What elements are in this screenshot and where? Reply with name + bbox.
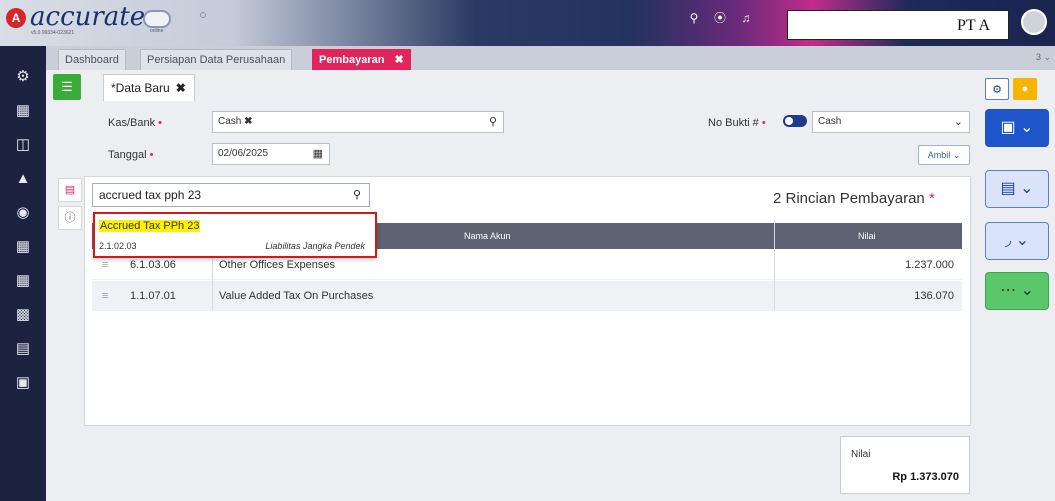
select-value: Cash — [818, 116, 842, 127]
save-button[interactable]: ▣ ⌄ — [985, 109, 1049, 147]
detail-tab-document-icon[interactable]: ▤ — [58, 178, 82, 202]
close-icon[interactable]: ✖ — [394, 54, 403, 66]
calendar-icon[interactable]: ▦ — [313, 144, 323, 164]
tab-pembayaran[interactable]: Pembayaran ✖ — [312, 49, 411, 70]
tab-label: Pembayaran — [319, 54, 385, 66]
tanggal-field[interactable]: 02/06/2025 ▦ — [212, 143, 330, 165]
tabs-overflow[interactable]: 3 ⌄ — [1036, 52, 1051, 63]
bulb-icon[interactable]: ● — [1013, 78, 1037, 100]
no-bukti-label: No Bukti # • — [708, 117, 766, 129]
table-row[interactable]: ≡ 1.1.07.01 Value Added Tax On Purchases… — [92, 281, 962, 311]
settings-icon[interactable]: ⚙ — [12, 66, 34, 88]
search-icon[interactable]: ⚲ — [489, 112, 497, 132]
suggestion-code: 2.1.02.03 — [99, 241, 137, 251]
info-icon[interactable]: ⓘ — [58, 206, 82, 230]
tab-label: Persiapan Data Perusahaan — [147, 54, 286, 66]
column-divider — [774, 223, 775, 310]
kas-bank-field[interactable]: Cash ✖ ⚲ — [212, 111, 504, 133]
report-icon[interactable]: ▤ — [12, 338, 34, 360]
drag-handle-icon[interactable]: ≡ — [102, 281, 108, 311]
layers-icon[interactable]: ▣ — [12, 372, 34, 394]
total-label: Nilai — [851, 449, 871, 460]
bell-icon[interactable]: ♫ — [738, 10, 754, 26]
total-value: Rp 1.373.070 — [892, 471, 959, 483]
coin-icon[interactable]: ◉ — [12, 202, 34, 224]
kas-bank-label: Kas/Bank • — [108, 117, 163, 129]
ambil-button[interactable]: Ambil ⌄ — [918, 145, 970, 165]
avatar[interactable] — [1021, 9, 1047, 35]
cloud-label: online — [150, 28, 164, 34]
account-name: Value Added Tax On Purchases — [219, 290, 374, 302]
calculator-icon[interactable]: ◫ — [12, 134, 34, 156]
cart-out-icon[interactable]: ▦ — [12, 270, 34, 292]
search-icon[interactable]: ⚲ — [353, 184, 361, 206]
account-search-input[interactable]: accrued tax pph 23 ⚲ — [92, 183, 370, 207]
document-button[interactable]: ▤ ⌄ — [985, 170, 1049, 208]
column-header[interactable]: Nama Akun — [464, 223, 511, 249]
company-name[interactable]: PT A — [787, 10, 1009, 40]
gear-icon[interactable]: ⚙ — [985, 78, 1009, 100]
tab-dashboard[interactable]: Dashboard — [58, 49, 126, 70]
version-label: v5.0 99334-023621 — [31, 30, 75, 36]
module-tab-bar: Dashboard Persiapan Data Perusahaan Pemb… — [46, 46, 1055, 70]
date-value: 02/06/2025 — [218, 148, 269, 159]
tab-persiapan-data[interactable]: Persiapan Data Perusahaan — [140, 49, 293, 70]
amount: 1.237.000 — [905, 259, 954, 271]
total-box: Nilai Rp 1.373.070 — [840, 436, 970, 494]
chip-close-icon[interactable]: ✖ — [244, 116, 252, 127]
detail-title: 2 Rincian Pembayaran * — [773, 190, 935, 207]
more-options-button[interactable]: ⋯ ⌄ — [985, 272, 1049, 310]
account-code: 1.1.07.01 — [130, 290, 176, 302]
menu-dot-icon[interactable] — [200, 12, 206, 18]
kas-bank-chip: Cash ✖ — [218, 112, 253, 132]
logo-icon: A — [6, 8, 26, 28]
tab-data-baru[interactable]: *Data Baru ✖ — [103, 74, 195, 101]
suggestion-category: Liabilitas Jangka Pendek — [265, 241, 365, 251]
amount: 136.070 — [914, 290, 954, 302]
tab-label: Dashboard — [65, 54, 119, 66]
chart-icon[interactable]: ▩ — [12, 304, 34, 326]
cloud-icon — [143, 10, 171, 28]
search-icon[interactable]: ⚲ — [686, 10, 702, 26]
building-icon[interactable]: ▦ — [12, 100, 34, 122]
chevron-down-icon: ⌄ — [953, 116, 963, 128]
suggestion-name: Accrued Tax PPh 23 — [99, 220, 201, 232]
no-bukti-select[interactable]: Cash ⌄ — [812, 111, 970, 133]
close-icon[interactable]: ✖ — [176, 81, 186, 95]
auto-number-toggle[interactable] — [783, 115, 807, 127]
search-value: accrued tax pph 23 — [99, 188, 202, 202]
top-header: A accurate v5.0 99334-023621 online ⚲ ⦿ … — [0, 0, 1055, 46]
column-header[interactable]: Nilai — [858, 223, 876, 249]
bank-icon[interactable]: ▲ — [12, 168, 34, 190]
account-suggestion[interactable]: Accrued Tax PPh 23 2.1.02.03 Liabilitas … — [93, 212, 377, 258]
cart-icon[interactable]: ▦ — [12, 236, 34, 258]
list-icon[interactable]: ☰ — [53, 74, 81, 100]
tab-label: Data Baru — [115, 81, 170, 95]
sidebar: ⚙ ▦ ◫ ▲ ◉ ▦ ▦ ▩ ▤ ▣ — [0, 46, 46, 501]
attachment-button[interactable]: ◞ ⌄ — [985, 222, 1049, 260]
brand-logo[interactable]: accurate — [30, 2, 145, 32]
help-icon[interactable]: ⦿ — [712, 10, 728, 26]
tanggal-label: Tanggal • — [108, 149, 154, 161]
